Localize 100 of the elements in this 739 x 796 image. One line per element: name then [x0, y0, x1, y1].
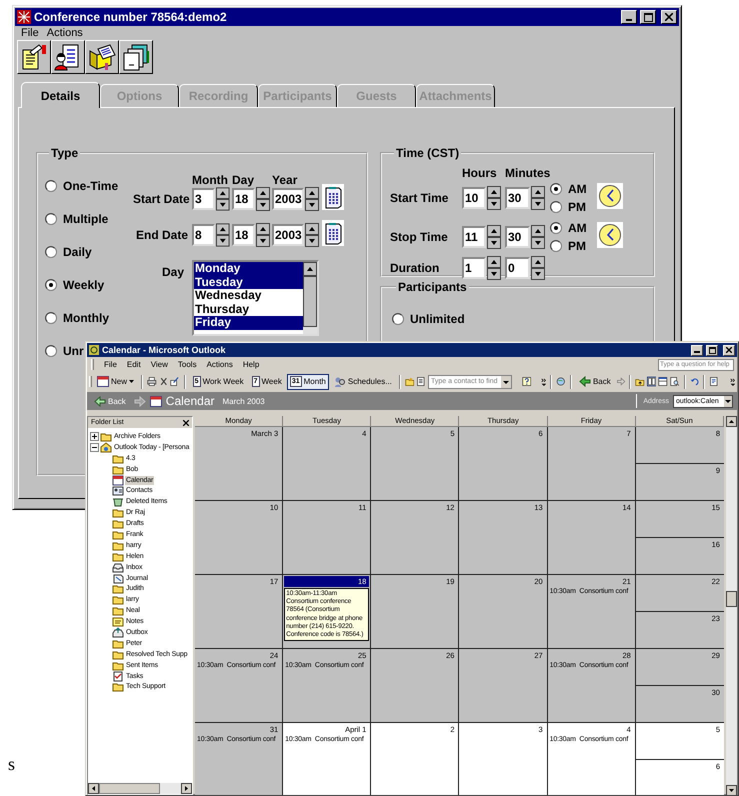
spin-buttons[interactable]	[487, 225, 501, 249]
year-field[interactable]: 2003	[272, 224, 304, 246]
folder-list-icon[interactable]	[646, 375, 656, 388]
forward-arrow-icon[interactable]	[616, 375, 626, 388]
close-button[interactable]	[661, 10, 677, 24]
toolbar-button[interactable]	[85, 40, 119, 74]
menu-item[interactable]: View	[150, 360, 168, 369]
radio-label[interactable]: PM	[568, 200, 586, 214]
spin-buttons[interactable]	[531, 256, 545, 280]
hours-field[interactable]: 1	[462, 256, 486, 278]
radio-label[interactable]: Monthly	[63, 310, 109, 324]
text-fragment: s	[8, 754, 16, 775]
spin-buttons[interactable]	[216, 187, 230, 211]
schedules-button[interactable]: Schedules...	[330, 374, 395, 390]
radio-button[interactable]	[45, 312, 57, 324]
month-field[interactable]: 8	[192, 224, 216, 246]
calendar-picker-icon[interactable]	[322, 184, 344, 210]
scrollbar[interactable]	[88, 783, 192, 794]
close-button[interactable]	[723, 344, 735, 356]
scrollbar[interactable]	[726, 416, 737, 795]
hours-field[interactable]: 11	[462, 226, 486, 248]
spin-buttons[interactable]	[487, 256, 501, 280]
day-list[interactable]: Monday Tuesday Wednesday Thursday Friday	[192, 260, 319, 336]
radio-label[interactable]: Weekly	[63, 278, 104, 292]
list-item[interactable]: Thursday	[194, 302, 303, 316]
month-field[interactable]: 3	[192, 188, 216, 210]
radio-label[interactable]: PM	[568, 239, 586, 253]
minutes-field[interactable]: 0	[505, 256, 530, 278]
radio-label[interactable]: AM	[568, 221, 587, 235]
day-field[interactable]: 18	[232, 224, 255, 246]
printer-icon[interactable]	[147, 375, 157, 388]
radio-button[interactable]	[550, 201, 562, 213]
radio-button[interactable]	[45, 278, 57, 290]
preview-pane-icon[interactable]	[658, 375, 668, 388]
minimize-button[interactable]	[691, 344, 703, 356]
address-book-icon[interactable]	[416, 375, 426, 388]
radio-button[interactable]	[392, 312, 404, 324]
minutes-field[interactable]: 30	[505, 187, 530, 209]
radio-button[interactable]	[45, 180, 57, 192]
globe-icon[interactable]	[556, 375, 566, 388]
menu-item[interactable]: Tools	[178, 360, 197, 369]
close-icon[interactable]	[183, 420, 189, 426]
help-icon[interactable]	[522, 375, 532, 388]
print-preview-icon[interactable]	[670, 375, 680, 388]
list-item[interactable]: Monday	[194, 262, 303, 276]
menu-item[interactable]: Actions	[46, 26, 83, 40]
tab[interactable]: Details	[21, 82, 100, 108]
clock-icon[interactable]	[597, 182, 623, 208]
list-item[interactable]: Tuesday	[194, 276, 303, 290]
radio-button[interactable]	[550, 240, 562, 252]
toolbar-button[interactable]	[119, 40, 153, 74]
calendar-picker-icon[interactable]	[322, 220, 344, 246]
radio-button[interactable]	[550, 183, 562, 195]
column-label: Year	[272, 173, 298, 187]
radio-label[interactable]: Multiple	[63, 212, 108, 226]
list-item[interactable]: Wednesday	[194, 289, 303, 303]
menu-item[interactable]: Help	[242, 360, 260, 369]
scrollbar[interactable]	[303, 262, 317, 334]
menu-item[interactable]: Actions	[206, 360, 233, 369]
year-field[interactable]: 2003	[272, 188, 304, 210]
minutes-field[interactable]: 30	[505, 226, 530, 248]
menu-item[interactable]: Edit	[126, 360, 141, 369]
list-item[interactable]: Friday	[194, 316, 303, 330]
expand-toggle[interactable]	[90, 442, 99, 452]
form-icon[interactable]	[709, 375, 719, 388]
spin-buttons[interactable]	[216, 223, 230, 247]
day-field[interactable]: 18	[232, 188, 255, 210]
radio-label[interactable]: Unlimited	[410, 312, 465, 326]
back-button[interactable]: Back	[91, 393, 129, 409]
clock-icon[interactable]	[597, 222, 623, 248]
spin-buttons[interactable]	[531, 186, 545, 210]
radio-button[interactable]	[45, 344, 57, 356]
folder-icon[interactable]	[404, 375, 414, 388]
spin-buttons[interactable]	[531, 225, 545, 249]
spin-buttons[interactable]	[256, 187, 270, 211]
minimize-button[interactable]	[621, 10, 637, 24]
new-button[interactable]: New	[94, 374, 138, 390]
radio-button[interactable]	[550, 222, 562, 234]
field-label: Stop Time	[390, 230, 449, 244]
delete-icon[interactable]	[158, 375, 168, 388]
radio-label[interactable]: One-Time	[63, 178, 118, 192]
radio-button[interactable]	[45, 246, 57, 258]
maximize-button[interactable]	[640, 10, 656, 24]
menu-item[interactable]: File	[104, 360, 117, 369]
hours-field[interactable]: 10	[462, 187, 486, 209]
expand-toggle[interactable]	[90, 432, 99, 441]
spin-buttons[interactable]	[487, 186, 501, 210]
spin-buttons[interactable]	[256, 223, 270, 247]
radio-label[interactable]: Unr	[63, 344, 84, 358]
radio-label[interactable]: AM	[568, 182, 587, 196]
menu-item[interactable]: File	[21, 26, 39, 40]
back-button[interactable]: Back	[576, 374, 614, 390]
maximize-button[interactable]	[706, 344, 718, 356]
toolbar-button[interactable]	[51, 40, 85, 74]
spin-buttons[interactable]	[305, 223, 319, 247]
radio-label[interactable]: Daily	[63, 244, 92, 258]
spin-buttons[interactable]	[305, 187, 319, 211]
radio-button[interactable]	[45, 212, 57, 224]
toolbar-button[interactable]	[17, 40, 51, 74]
categorize-icon[interactable]	[170, 375, 180, 388]
